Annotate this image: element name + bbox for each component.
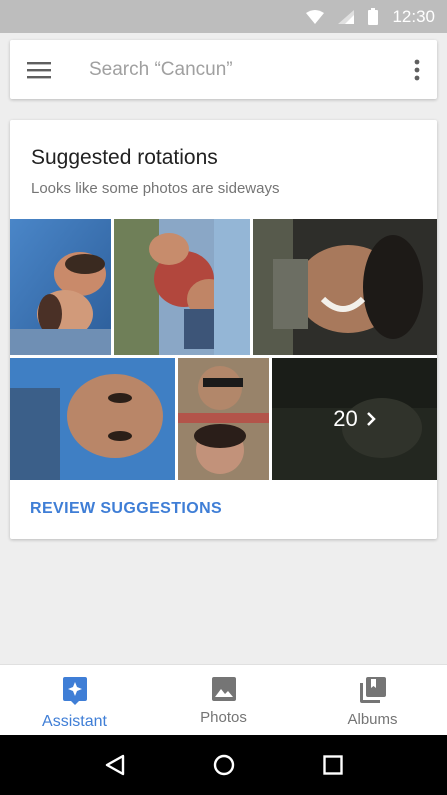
more-photos-count: 20 bbox=[333, 406, 358, 431]
card-subtitle: Looks like some photos are sideways bbox=[31, 180, 280, 197]
more-vert-icon bbox=[414, 59, 420, 80]
photo-thumbnail[interactable] bbox=[178, 358, 269, 480]
nav-item-photos[interactable]: Photos bbox=[149, 665, 298, 735]
back-triangle-icon bbox=[105, 754, 124, 776]
home-button[interactable] bbox=[199, 740, 249, 790]
photo-thumbnail[interactable] bbox=[253, 219, 437, 355]
suggested-rotations-card: Suggested rotations Looks like some phot… bbox=[10, 120, 437, 539]
cell-signal-icon bbox=[338, 9, 355, 24]
photo-thumbnail[interactable] bbox=[10, 219, 111, 355]
status-time: 12:30 bbox=[392, 6, 435, 26]
nav-label: Albums bbox=[347, 711, 398, 728]
more-photos-tile[interactable]: 20 bbox=[272, 358, 437, 480]
back-button[interactable] bbox=[90, 740, 140, 790]
hamburger-menu-icon bbox=[27, 61, 51, 78]
chevron-right-icon bbox=[366, 412, 376, 426]
nav-label: Assistant bbox=[42, 713, 107, 730]
system-navigation-bar bbox=[0, 735, 447, 795]
recents-button[interactable] bbox=[308, 740, 358, 790]
search-input[interactable] bbox=[68, 49, 397, 90]
photo-thumbnail[interactable] bbox=[114, 219, 250, 355]
card-title: Suggested rotations bbox=[31, 146, 218, 169]
albums-icon bbox=[359, 677, 386, 703]
battery-icon bbox=[368, 8, 379, 25]
photo-thumbnail[interactable] bbox=[10, 358, 175, 480]
photos-icon bbox=[211, 677, 236, 701]
overflow-menu-button[interactable] bbox=[397, 40, 437, 99]
search-bar bbox=[10, 40, 437, 99]
nav-label: Photos bbox=[200, 709, 247, 726]
wifi-icon bbox=[306, 9, 325, 24]
home-circle-icon bbox=[213, 754, 234, 776]
nav-item-assistant[interactable]: Assistant bbox=[0, 665, 149, 735]
status-bar: 12:30 bbox=[0, 0, 447, 33]
bottom-navigation: Assistant Photos Albums bbox=[0, 664, 447, 735]
assistant-icon bbox=[62, 677, 87, 705]
menu-button[interactable] bbox=[10, 40, 68, 99]
nav-item-albums[interactable]: Albums bbox=[298, 665, 447, 735]
recents-square-icon bbox=[322, 755, 343, 775]
review-suggestions-button[interactable]: REVIEW SUGGESTIONS bbox=[30, 500, 222, 518]
more-photos-overlay: 20 bbox=[272, 358, 437, 480]
